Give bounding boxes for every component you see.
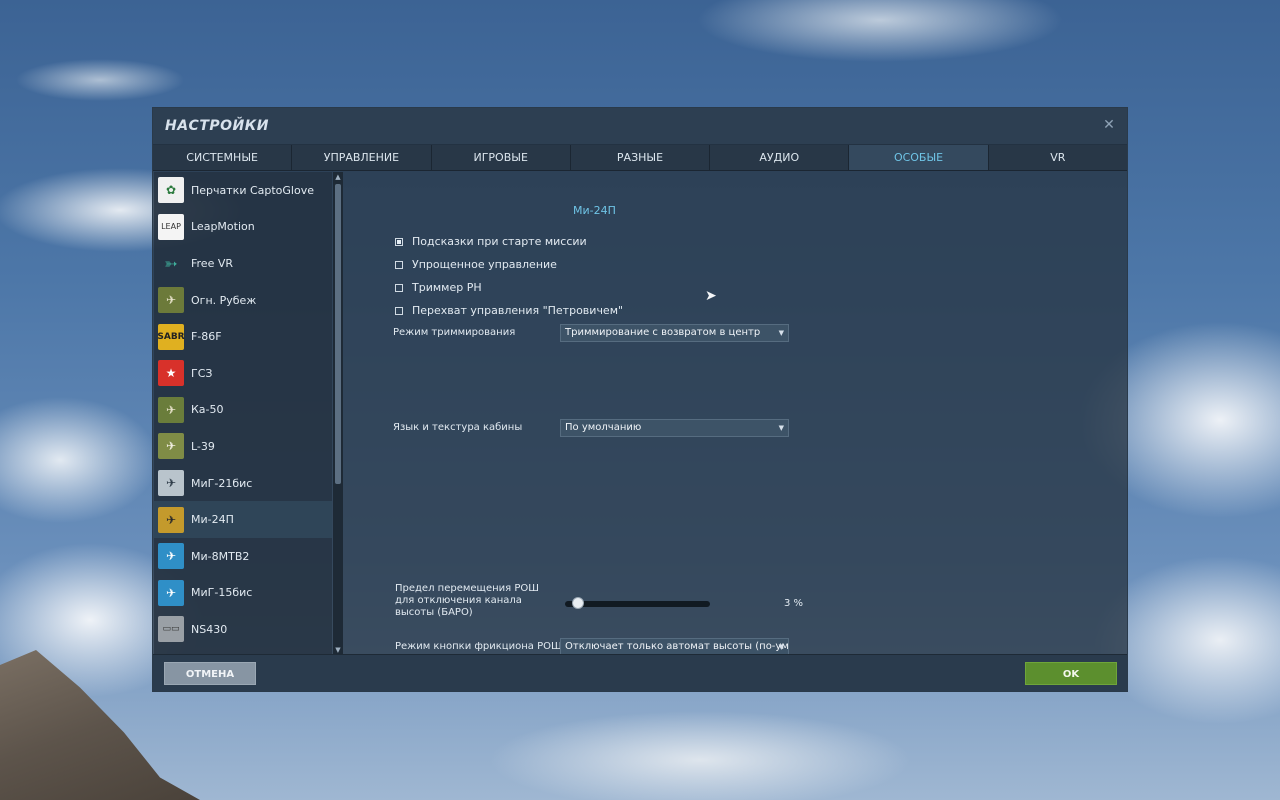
sidebar-item-leapmotion[interactable]: LEAP LeapMotion (154, 209, 332, 246)
checkbox[interactable] (395, 306, 403, 315)
scrollbar-thumb[interactable] (335, 184, 341, 484)
chevron-down-icon: ▼ (778, 329, 784, 337)
mig21-icon: ✈ (158, 470, 184, 497)
tab-gameplay[interactable]: ИГРОВЫЕ (431, 145, 571, 170)
checkbox[interactable] (395, 283, 403, 292)
sidebar-item-label: Ка-50 (191, 403, 224, 417)
section-title: Ми-24П (573, 204, 616, 217)
sidebar-item-label: Ми-24П (191, 513, 234, 527)
tab-special[interactable]: ОСОБЫЕ (849, 145, 989, 170)
l39-icon: ✈ (158, 433, 184, 460)
f86-icon: SABR (157, 323, 185, 350)
sidebar-item-gsz[interactable]: ★ ГСЗ (154, 355, 332, 392)
sidebar-item-label: МиГ-15бис (191, 586, 253, 600)
mouse-cursor-icon: ➤ (705, 288, 717, 304)
sidebar-item-ka50[interactable]: ✈ Ка-50 (154, 392, 332, 429)
friction-mode-label: Режим кнопки фрикциона РОШ (395, 641, 562, 652)
sidebar-item-label: МиГ-21бис (191, 476, 253, 490)
sidebar-item-mi24[interactable]: ✈ Ми-24П (154, 501, 332, 538)
sidebar-item-label: NS430 (191, 622, 228, 636)
sidebar-item-label: ГСЗ (191, 366, 213, 380)
tab-controls[interactable]: УПРАВЛЕНИЕ (292, 145, 432, 170)
checkbox[interactable] (395, 237, 403, 246)
checkbox[interactable] (395, 260, 403, 269)
checkbox-petrovich-override[interactable]: Перехват управления "Петровичем" (395, 304, 623, 317)
trim-mode-value: Триммирование с возвратом в центр (565, 327, 761, 338)
tab-bar: СИСТЕМНЫЕ УПРАВЛЕНИЕ ИГРОВЫЕ РАЗНЫЕ АУДИ… (153, 145, 1127, 171)
sidebar-item-ns430[interactable]: ▭▭ NS430 (154, 611, 332, 648)
cockpit-language-select[interactable]: По умолчанию ▼ (560, 419, 789, 437)
captoglove-icon: ✿ (158, 177, 184, 204)
close-icon[interactable]: ✕ (1101, 117, 1117, 133)
sidebar-item-freevr[interactable]: ➳ Free VR (154, 245, 332, 282)
sidebar-item-captoglove[interactable]: ✿ Перчатки CaptoGlove (154, 172, 332, 209)
rosh-limit-slider-thumb[interactable] (572, 597, 584, 609)
ka50-icon: ✈ (158, 396, 184, 423)
sidebar-item-label: Перчатки CaptoGlove (191, 183, 314, 197)
mi24-icon: ✈ (158, 506, 184, 533)
rosh-limit-label: Предел перемещения РОШ для отключения ка… (395, 583, 539, 618)
tab-vr[interactable]: VR (988, 145, 1127, 170)
dialog-footer: ОТМЕНА OK (153, 654, 1127, 691)
trim-mode-label: Режим триммирования (393, 327, 516, 338)
modules-sidebar: ✿ Перчатки CaptoGlove LEAP LeapMotion ➳ … (154, 172, 332, 655)
leapmotion-icon: LEAP (158, 213, 184, 240)
checkbox-mission-hints[interactable]: Подсказки при старте миссии (395, 235, 587, 248)
sidebar-item-label: F-86F (191, 330, 222, 344)
tab-system[interactable]: СИСТЕМНЫЕ (153, 145, 293, 170)
chevron-down-icon: ▼ (778, 643, 784, 651)
mig15-icon: ✈ (158, 579, 184, 606)
title-bar: НАСТРОЙКИ ✕ (153, 108, 1127, 145)
sidebar-item-label: L-39 (191, 439, 215, 453)
sidebar-item-fire-line[interactable]: ✈ Огн. Рубеж (154, 282, 332, 319)
tab-misc[interactable]: РАЗНЫЕ (570, 145, 711, 170)
checkbox-label: Триммер РН (412, 281, 482, 294)
scroll-up-icon[interactable]: ▲ (333, 172, 343, 182)
sidebar-item-label: Огн. Рубеж (191, 293, 257, 307)
ns430-icon: ▭▭ (158, 616, 184, 643)
sidebar-item-l39[interactable]: ✈ L-39 (154, 428, 332, 465)
checkbox-label: Перехват управления "Петровичем" (412, 304, 624, 317)
sidebar-item-mig15[interactable]: ✈ МиГ-15бис (154, 575, 332, 612)
cockpit-language-label: Язык и текстура кабины (393, 422, 523, 433)
trim-mode-select[interactable]: Триммирование с возвратом в центр ▼ (560, 324, 789, 342)
fire-line-icon: ✈ (158, 287, 184, 314)
settings-dialog: НАСТРОЙКИ ✕ СИСТЕМНЫЕ УПРАВЛЕНИЕ ИГРОВЫЕ… (152, 107, 1128, 692)
sidebar-scrollbar[interactable]: ▲ ▼ (333, 172, 343, 655)
sidebar-item-label: LeapMotion (191, 220, 255, 234)
dialog-title: НАСТРОЙКИ (165, 118, 269, 134)
rosh-limit-value: 3 % (784, 598, 804, 609)
friction-mode-value: Отключает только автомат высоты (по-умол… (565, 641, 789, 652)
settings-content: Ми-24П Подсказки при старте миссии Упрощ… (343, 172, 1127, 656)
sidebar-item-mi8[interactable]: ✈ Ми-8МТВ2 (154, 538, 332, 575)
chevron-down-icon: ▼ (778, 424, 784, 432)
tab-audio[interactable]: АУДИО (710, 145, 850, 170)
sidebar-item-mig21[interactable]: ✈ МиГ-21бис (154, 465, 332, 502)
freevr-icon: ➳ (164, 253, 178, 273)
sidebar-item-label: Free VR (191, 256, 234, 270)
cockpit-language-value: По умолчанию (565, 422, 642, 433)
checkbox-simplified-controls[interactable]: Упрощенное управление (395, 258, 557, 271)
checkbox-label: Упрощенное управление (412, 258, 557, 271)
checkbox-label: Подсказки при старте миссии (412, 235, 587, 248)
sidebar-item-f86f[interactable]: SABR F-86F (154, 318, 332, 355)
rosh-limit-slider-track[interactable] (565, 601, 710, 607)
ok-button[interactable]: OK (1025, 662, 1117, 685)
mi8-icon: ✈ (158, 543, 184, 570)
cancel-button[interactable]: ОТМЕНА (164, 662, 256, 685)
sidebar-item-label: Ми-8МТВ2 (191, 549, 250, 563)
gsz-icon: ★ (158, 360, 184, 387)
checkbox-rudder-trimmer[interactable]: Триммер РН (395, 281, 482, 294)
